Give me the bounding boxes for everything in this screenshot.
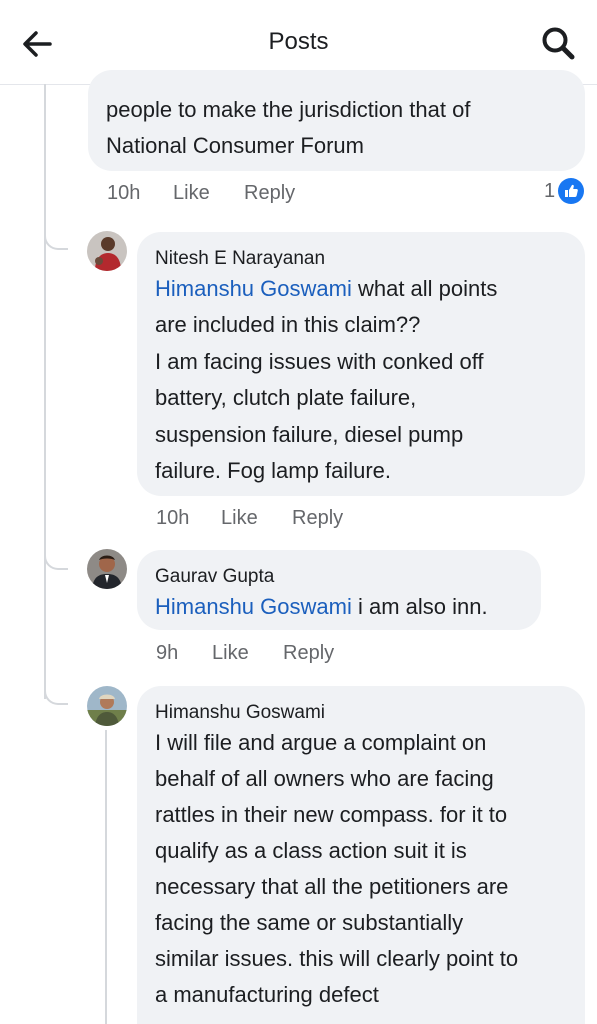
comment-text-line: necessary that all the petitioners are [155, 874, 509, 899]
comment-text-line: behalf of all owners who are facing [155, 766, 494, 791]
mention-link[interactable]: Himanshu Goswami [155, 276, 352, 301]
arrow-left-icon [23, 31, 52, 57]
comment-timestamp: 9h [156, 642, 179, 664]
avatar[interactable] [87, 686, 127, 726]
comment-text-line: I will file and argue a complaint on [155, 730, 487, 755]
reply-button[interactable]: Reply [292, 507, 343, 530]
comment-author[interactable]: Nitesh E Narayanan [155, 248, 325, 270]
thread-line [44, 84, 46, 699]
comment-author[interactable]: Gaurav Gupta [155, 566, 274, 588]
comment-text-line: people to make the jurisdiction that of [106, 97, 471, 122]
like-button[interactable]: Like [173, 182, 210, 205]
comment-text-line: suspension failure, diesel pump [155, 422, 464, 447]
comment-text-line: National Consumer Forum [106, 133, 364, 158]
comment-bubble: Nitesh E Narayanan Himanshu Goswami what… [137, 232, 585, 496]
comment-text-line: rattles in their new compass. for it to [155, 802, 508, 827]
comment-text-line: failure. Fog lamp failure. [155, 458, 391, 483]
comment-text-line: facing the same or substantially [155, 910, 464, 935]
thumbs-up-icon [558, 178, 585, 204]
comment-text-line: Himanshu Goswami i am also inn. [155, 589, 488, 626]
search-button[interactable] [539, 24, 577, 62]
comment-text-line: similar issues. this will clearly point … [155, 946, 519, 971]
back-button[interactable] [20, 26, 56, 62]
comment-bubble: Gaurav Gupta Himanshu Goswami i am also … [137, 550, 541, 630]
avatar[interactable] [87, 231, 127, 271]
comment-author[interactable]: Himanshu Goswami [155, 702, 325, 724]
comment-text-line: I am facing issues with conked off [155, 349, 484, 374]
thread-branch [44, 222, 68, 250]
comment-text-line: are included in this claim?? [155, 312, 421, 337]
thread-line [105, 730, 107, 1024]
thread-branch [44, 542, 68, 570]
comment-timestamp: 10h [156, 507, 190, 529]
reply-button[interactable]: Reply [244, 182, 295, 205]
search-icon [542, 27, 575, 60]
reaction-count: 1 [544, 179, 556, 202]
comment-text: what all points [351, 276, 498, 301]
comment-bubble: Himanshu Goswami I will file and argue a… [137, 686, 585, 1024]
avatar[interactable] [87, 549, 127, 589]
page-title: Posts [268, 28, 329, 55]
like-button[interactable]: Like [221, 507, 258, 530]
comment-text-line: Himanshu Goswami what all points [155, 271, 497, 308]
reply-button[interactable]: Reply [283, 642, 334, 665]
comment-text-line: a manufacturing defect [155, 982, 379, 1007]
reaction-summary[interactable]: 1 [544, 178, 585, 204]
comment-bubble: people to make the jurisdiction that of … [88, 70, 585, 171]
comment-text-line: battery, clutch plate failure, [155, 385, 417, 410]
thread-branch [44, 677, 68, 705]
like-button[interactable]: Like [212, 642, 249, 665]
mention-link[interactable]: Himanshu Goswami [155, 594, 352, 619]
comment-timestamp: 10h [107, 182, 141, 204]
comment-text-line: qualify as a class action suit it is [155, 838, 467, 863]
comment-text: i am also inn. [351, 594, 488, 619]
